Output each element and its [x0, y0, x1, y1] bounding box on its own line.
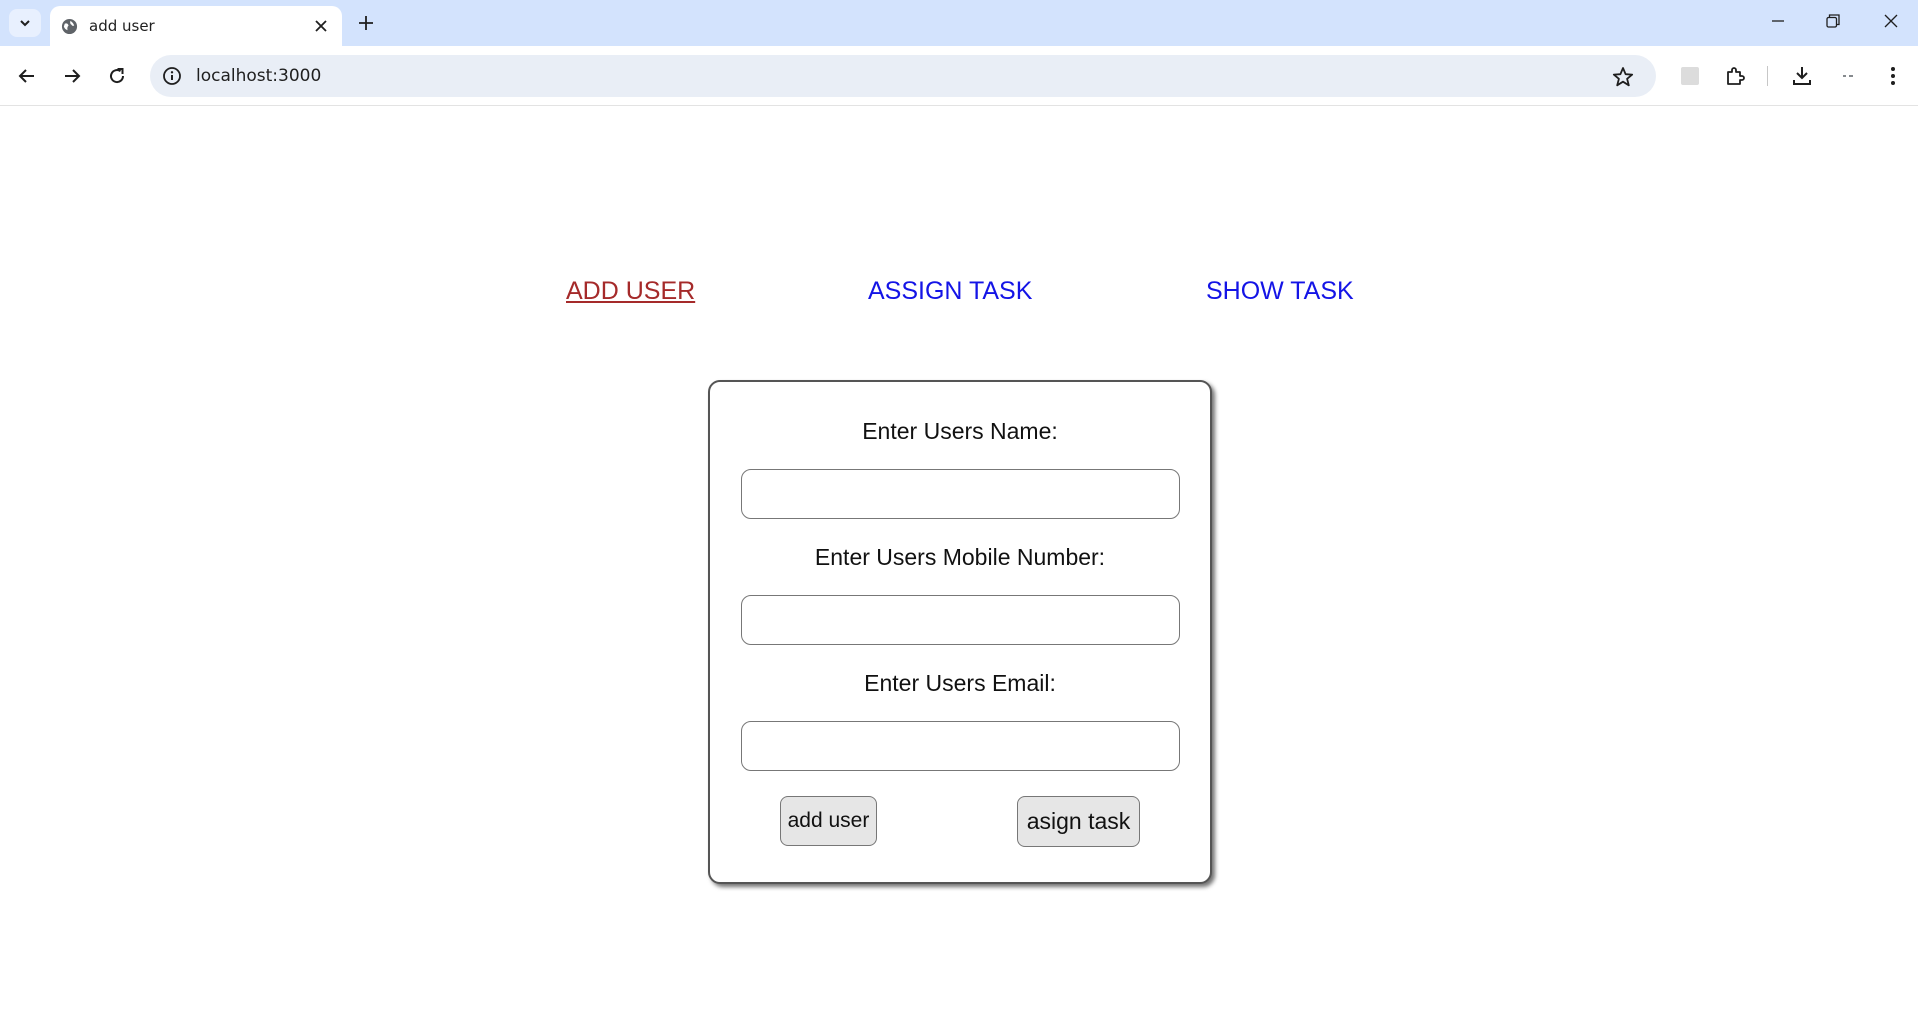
- forward-icon[interactable]: [56, 60, 88, 92]
- name-label: Enter Users Name:: [862, 418, 1058, 444]
- extension-icon[interactable]: [1677, 63, 1703, 89]
- address-bar[interactable]: localhost:3000: [150, 55, 1656, 97]
- nav-link-assign-task[interactable]: ASSIGN TASK: [868, 277, 1032, 306]
- add-user-button[interactable]: add user: [780, 796, 877, 846]
- tab-strip: add user: [0, 0, 1918, 46]
- restore-icon[interactable]: [1813, 6, 1853, 36]
- name-input[interactable]: [741, 469, 1180, 519]
- add-user-form: Enter Users Name: Enter Users Mobile Num…: [708, 380, 1212, 884]
- profile-icon[interactable]: [1835, 63, 1861, 89]
- tab-title: add user: [89, 17, 155, 35]
- download-icon[interactable]: [1789, 63, 1815, 89]
- close-icon[interactable]: [311, 16, 331, 36]
- back-icon[interactable]: [11, 60, 43, 92]
- star-icon[interactable]: [1612, 66, 1634, 88]
- email-label: Enter Users Email:: [864, 670, 1056, 696]
- nav-link-add-user[interactable]: ADD USER: [566, 277, 695, 306]
- tab-search-icon[interactable]: [9, 9, 41, 37]
- toolbar-divider: [1767, 66, 1768, 86]
- nav-link-show-task[interactable]: SHOW TASK: [1206, 277, 1354, 306]
- extension-puzzle-icon[interactable]: [1723, 63, 1749, 89]
- minimize-icon[interactable]: [1758, 6, 1798, 36]
- email-input[interactable]: [741, 721, 1180, 771]
- mobile-label: Enter Users Mobile Number:: [814, 544, 1106, 570]
- url-text[interactable]: localhost:3000: [196, 66, 321, 86]
- info-icon[interactable]: [162, 66, 182, 86]
- reload-icon[interactable]: [101, 60, 133, 92]
- more-vert-icon[interactable]: [1880, 63, 1906, 89]
- window-close-icon[interactable]: [1871, 6, 1911, 36]
- browser-toolbar: localhost:3000: [0, 46, 1918, 106]
- mobile-input[interactable]: [741, 595, 1180, 645]
- plus-icon[interactable]: [352, 9, 380, 37]
- active-tab[interactable]: add user: [50, 6, 342, 46]
- assign-task-button[interactable]: asign task: [1017, 796, 1140, 847]
- globe-icon: [61, 18, 78, 35]
